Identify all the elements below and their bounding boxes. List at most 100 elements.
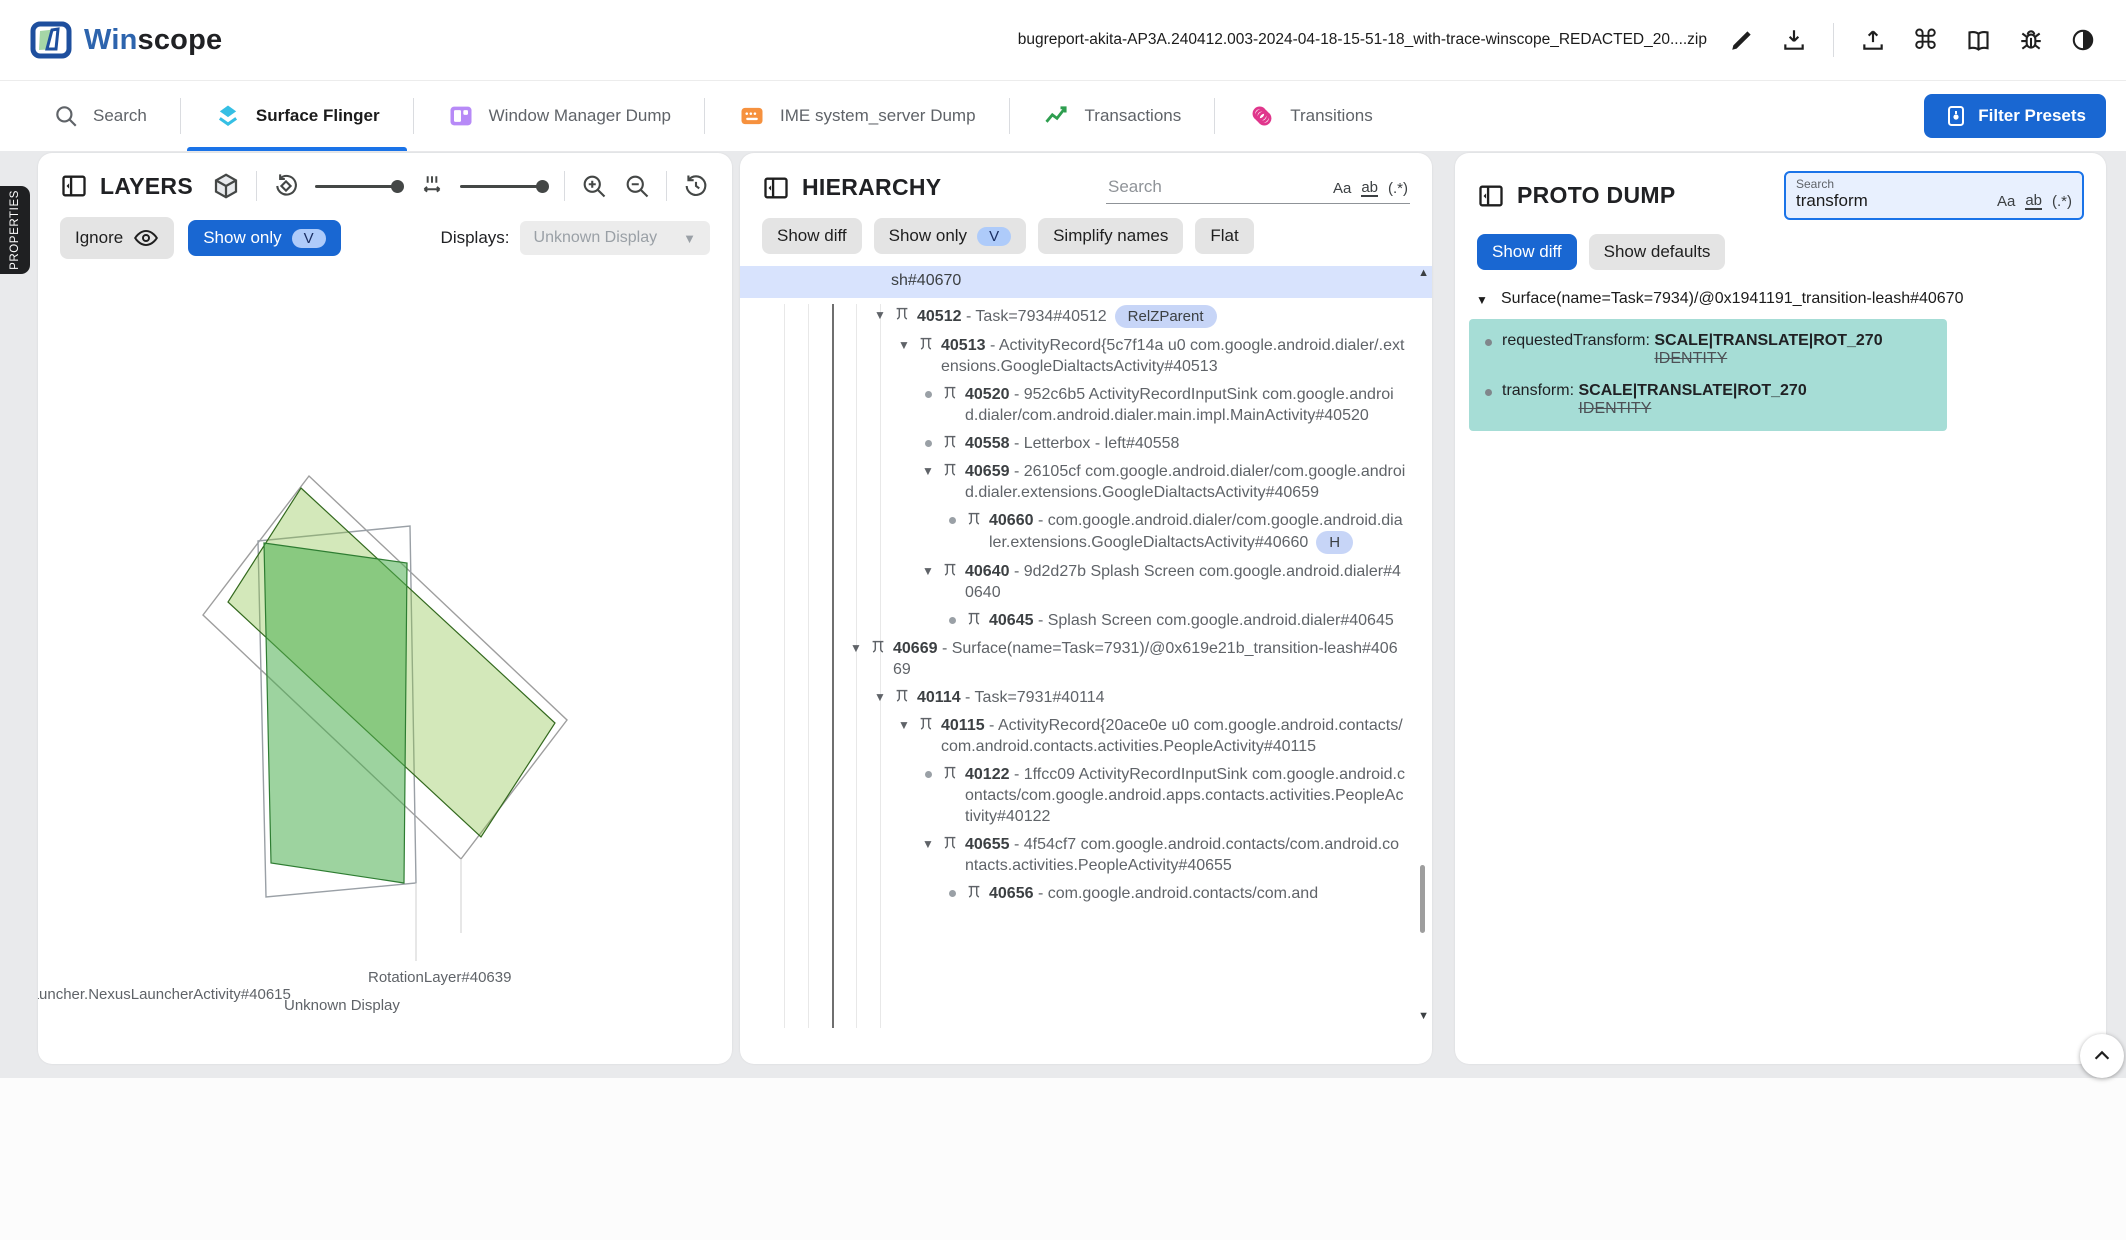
tab-surface-flinger[interactable]: Surface Flinger (181, 81, 413, 151)
match-case-toggle[interactable]: Aa (1997, 193, 2015, 210)
pin-icon[interactable] (965, 883, 985, 901)
match-case-toggle[interactable]: Aa (1333, 180, 1351, 197)
tab-window-manager-dump[interactable]: Window Manager Dump (414, 81, 704, 151)
hierarchy-scrollbar[interactable]: ▲ ▼ (1415, 266, 1429, 1024)
upload-icon[interactable] (1860, 27, 1886, 53)
expand-arrow-icon[interactable]: ▼ (893, 335, 915, 356)
pin-icon[interactable] (941, 384, 961, 402)
whole-word-toggle[interactable]: ab (2025, 193, 2042, 210)
whole-word-toggle[interactable]: ab (1361, 180, 1378, 197)
pin-icon[interactable] (917, 715, 937, 733)
proto-search-field[interactable]: Search transform Aa ab (.*) (1784, 171, 2084, 220)
pin-icon[interactable] (941, 461, 961, 479)
show-only-visible-button[interactable]: Show only V (188, 220, 340, 256)
filter-presets-button[interactable]: Filter Presets (1924, 94, 2106, 138)
regex-toggle[interactable]: (.*) (1388, 180, 1408, 197)
collapse-panel-icon[interactable] (60, 172, 88, 200)
expand-arrow-icon[interactable]: ▼ (845, 638, 867, 659)
show-diff-button[interactable]: Show diff (1477, 234, 1577, 270)
tab-ime-system-server-dump[interactable]: IME system_server Dump (705, 81, 1009, 151)
leaf-bullet-icon (917, 433, 939, 454)
zoom-in-icon[interactable] (580, 172, 608, 200)
simplify-names-button[interactable]: Simplify names (1038, 218, 1183, 254)
pin-icon[interactable] (965, 610, 985, 628)
proto-root-node[interactable]: ▼ Surface(name=Task=7934)/@0x1941191_tra… (1455, 276, 2106, 315)
expand-arrow-icon[interactable]: ▼ (893, 715, 915, 736)
window-manager-icon (447, 102, 475, 130)
expand-arrow-icon[interactable]: ▼ (1471, 290, 1493, 311)
proto-search-value[interactable]: transform (1796, 191, 1997, 211)
tree-row[interactable]: 40520 - 952c6b5 ActivityRecordInputSink … (740, 384, 1432, 426)
row-badge: RelZParent (1115, 305, 1217, 328)
proto-panel-title: PROTO DUMP (1517, 182, 1675, 209)
tab-transitions[interactable]: Transitions (1215, 81, 1406, 151)
pin-icon[interactable] (941, 764, 961, 782)
tree-row[interactable]: 40645 - Splash Screen com.google.android… (740, 610, 1432, 631)
rotation-slider[interactable] (315, 180, 404, 193)
transitions-icon (1248, 102, 1276, 130)
command-icon[interactable]: ⌘ (1912, 27, 1939, 54)
tree-row[interactable]: ▼40512 - Task=7934#40512RelZParent (740, 305, 1432, 328)
scrollbar-thumb[interactable] (1420, 865, 1425, 933)
layers-3d-scene[interactable] (38, 293, 732, 1053)
launcher-layer-rect[interactable] (264, 543, 407, 883)
pin-icon[interactable] (893, 305, 913, 323)
collapse-panel-icon[interactable] (762, 174, 790, 202)
pin-icon[interactable] (941, 834, 961, 852)
tree-row[interactable]: 40656 - com.google.android.contacts/com.… (740, 883, 1432, 904)
scroll-top-button[interactable] (2080, 1034, 2124, 1078)
properties-side-tab[interactable]: PROPERTIES (0, 186, 30, 274)
bug-icon[interactable] (2018, 27, 2044, 53)
regex-toggle[interactable]: (.*) (2052, 193, 2072, 210)
pin-icon[interactable] (965, 510, 985, 528)
pin-icon[interactable] (941, 561, 961, 579)
tree-row[interactable]: ▼40640 - 9d2d27b Splash Screen com.googl… (740, 561, 1432, 603)
pin-icon[interactable] (941, 433, 961, 451)
pin-icon[interactable] (869, 638, 889, 656)
spacing-slider[interactable] (460, 180, 549, 193)
pin-icon[interactable] (917, 335, 937, 353)
contrast-icon[interactable] (2070, 27, 2096, 53)
scroll-up-icon[interactable]: ▲ (1418, 268, 1429, 279)
3d-view-icon[interactable] (211, 171, 241, 201)
expand-arrow-icon[interactable]: ▼ (869, 687, 891, 708)
hierarchy-search-placeholder: Search (1108, 177, 1323, 197)
tree-row[interactable]: ▼40114 - Task=7931#40114 (740, 687, 1432, 708)
show-defaults-button[interactable]: Show defaults (1589, 234, 1726, 270)
tree-row[interactable]: 40660 - com.google.android.dialer/com.go… (740, 510, 1432, 554)
expand-arrow-icon[interactable]: ▼ (869, 305, 891, 326)
proto-property-row[interactable]: transform: SCALE|TRANSLATE|ROT_270transf… (1479, 375, 1937, 425)
old-value: IDENTITY (1654, 350, 1727, 367)
show-diff-button[interactable]: Show diff (762, 218, 862, 254)
selected-tree-row[interactable]: sh#40670 (740, 266, 1432, 298)
displays-select[interactable]: Unknown Display ▼ (520, 221, 710, 255)
download-icon[interactable] (1781, 27, 1807, 53)
proto-property-row[interactable]: requestedTransform: SCALE|TRANSLATE|ROT_… (1479, 325, 1937, 375)
expand-arrow-icon[interactable]: ▼ (917, 561, 939, 582)
edit-icon[interactable] (1729, 27, 1755, 53)
tree-row[interactable]: ▼40659 - 26105cf com.google.android.dial… (740, 461, 1432, 503)
expand-arrow-icon[interactable]: ▼ (917, 834, 939, 855)
tab-search[interactable]: Search (20, 81, 180, 151)
tab-transactions[interactable]: Transactions (1010, 81, 1215, 151)
tree-row[interactable]: ▼40669 - Surface(name=Task=7931)/@0x619e… (740, 638, 1432, 680)
show-only-visible-button[interactable]: Show only V (874, 218, 1026, 254)
tree-row[interactable]: ▼40655 - 4f54cf7 com.google.android.cont… (740, 834, 1432, 876)
tree-row[interactable]: 40558 - Letterbox - left#40558 (740, 433, 1432, 454)
pin-icon[interactable] (893, 687, 913, 705)
ignore-button[interactable]: Ignore (60, 217, 174, 259)
scroll-down-icon[interactable]: ▼ (1418, 1011, 1429, 1022)
tree-row[interactable]: ▼40513 - ActivityRecord{5c7f14a u0 com.g… (740, 335, 1432, 377)
reset-view-icon[interactable] (682, 172, 710, 200)
book-icon[interactable] (1965, 27, 1992, 54)
flat-button[interactable]: Flat (1195, 218, 1253, 254)
leaf-bullet-icon (917, 384, 939, 405)
tree-row[interactable]: ▼40115 - ActivityRecord{20ace0e u0 com.g… (740, 715, 1432, 757)
hierarchy-search-field[interactable]: Search Aa ab (.*) (1106, 171, 1410, 204)
collapse-panel-icon[interactable] (1477, 182, 1505, 210)
trace-tabs: SearchSurface FlingerWindow Manager Dump… (20, 81, 1924, 151)
zoom-out-icon[interactable] (623, 172, 651, 200)
transactions-icon (1043, 102, 1071, 130)
tree-row[interactable]: 40122 - 1ffcc09 ActivityRecordInputSink … (740, 764, 1432, 827)
expand-arrow-icon[interactable]: ▼ (917, 461, 939, 482)
